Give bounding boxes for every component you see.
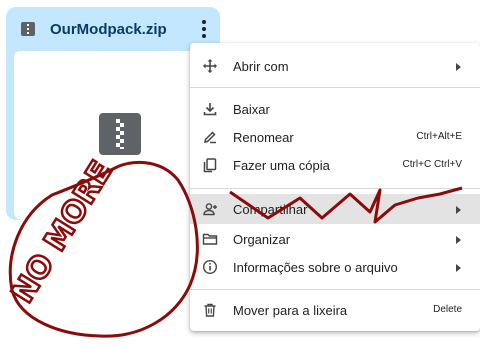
menu-item-label: Organizar — [233, 232, 291, 247]
shortcut-text: Delete — [433, 304, 462, 315]
file-card-header: OurModpack.zip — [6, 7, 220, 51]
zip-file-icon — [99, 113, 141, 155]
copy-icon — [202, 157, 218, 173]
chevron-right-icon — [456, 63, 461, 71]
menu-item-open-with[interactable]: Abrir com — [190, 51, 480, 81]
menu-divider — [190, 87, 480, 88]
open-with-icon — [202, 58, 218, 74]
menu-item-file-info[interactable]: Informações sobre o arquivo — [190, 252, 480, 282]
folder-icon — [202, 231, 218, 247]
context-menu: Abrir com Baixar Renomear Ctrl+Alt+E Faz… — [190, 43, 480, 331]
download-icon — [202, 101, 218, 117]
menu-item-rename[interactable]: Renomear Ctrl+Alt+E — [190, 122, 480, 152]
more-options-icon[interactable] — [196, 19, 212, 39]
menu-item-label: Fazer uma cópia — [233, 158, 330, 173]
menu-item-make-copy[interactable]: Fazer uma cópia Ctrl+C Ctrl+V — [190, 150, 480, 180]
menu-item-label: Mover para a lixeira — [233, 303, 348, 318]
menu-item-share[interactable]: Compartilhar — [190, 194, 480, 224]
menu-item-download[interactable]: Baixar — [190, 94, 480, 124]
share-person-icon — [202, 201, 218, 217]
rename-icon — [202, 129, 218, 145]
chevron-right-icon — [456, 236, 461, 244]
shortcut-text: Ctrl+C Ctrl+V — [402, 159, 462, 170]
menu-item-move-to-trash[interactable]: Mover para a lixeira Delete — [190, 295, 480, 325]
info-icon — [202, 259, 218, 275]
menu-item-label: Abrir com — [233, 59, 289, 74]
menu-item-label: Compartilhar — [233, 202, 308, 217]
menu-item-organize[interactable]: Organizar — [190, 224, 480, 254]
zip-file-icon — [21, 22, 35, 36]
menu-divider — [190, 289, 480, 290]
menu-item-label: Informações sobre o arquivo — [233, 260, 398, 275]
file-name: OurModpack.zip — [50, 21, 167, 38]
menu-item-label: Renomear — [233, 130, 294, 145]
file-card[interactable]: OurModpack.zip — [6, 7, 220, 220]
menu-item-label: Baixar — [233, 102, 270, 117]
chevron-right-icon — [456, 264, 461, 272]
chevron-right-icon — [456, 206, 461, 214]
shortcut-text: Ctrl+Alt+E — [416, 131, 462, 142]
file-preview[interactable] — [14, 51, 212, 220]
menu-divider — [190, 188, 480, 189]
trash-icon — [202, 302, 218, 318]
